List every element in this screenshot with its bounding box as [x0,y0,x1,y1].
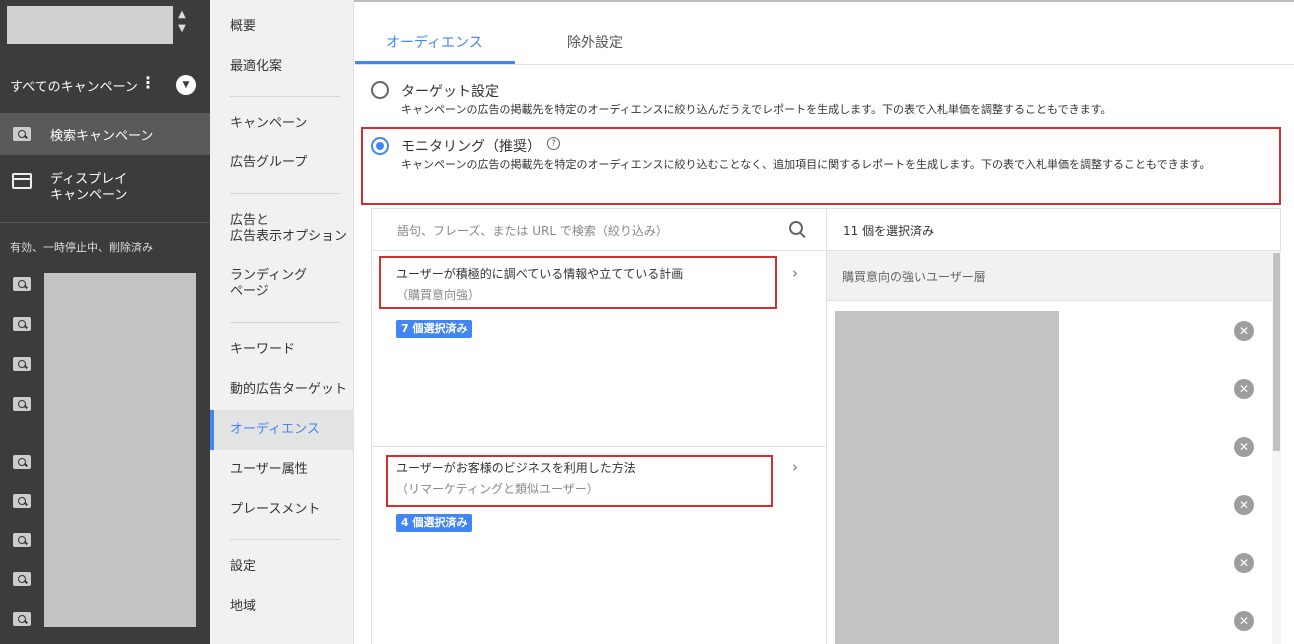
selected-items-redacted [835,311,1059,644]
search-icon [13,317,31,331]
nav-keywords[interactable]: キーワード [230,342,295,358]
nav-locations[interactable]: 地域 [230,599,256,615]
selected-count: 11 個を選択済み [843,224,935,238]
page-navigation: 概要 最適化案 キャンペーン 広告グループ 広告と 広告表示オプション ランディ… [210,0,354,644]
nav-recommendations[interactable]: 最適化案 [230,59,282,75]
targeting-title: ターゲット設定 [401,84,499,100]
nav-landing-pages[interactable]: ランディング ページ [230,268,307,300]
search-icon [13,127,31,141]
nav-ads-extensions[interactable]: 広告と 広告表示オプション [230,213,347,245]
category-title[interactable]: ユーザーが積極的に調べている情報や立てている計画 [396,265,683,282]
search-divider [371,250,826,251]
chevron-right-icon[interactable]: › [792,458,798,476]
targeting-radio[interactable] [371,81,389,99]
observation-description: キャンペーンの広告の掲載先を特定のオーディエンスに絞り込むことなく、追加項目に関… [401,158,1211,171]
tab-exclusions[interactable]: 除外設定 [567,32,623,52]
account-selector[interactable] [7,6,173,44]
remove-icon[interactable]: ✕ [1234,495,1254,515]
nav-overview[interactable]: 概要 [230,19,256,35]
campaign-list-redacted [44,273,196,627]
nav-ads-extensions-line2: 広告表示オプション [230,229,348,244]
remove-icon[interactable]: ✕ [1234,611,1254,631]
campaign-sidebar: ▲ ▼ すべてのキャンペーン ⋮ ▼ 検索キャンペーン ディスプレイ キャンペーン… [0,0,210,644]
nav-audiences[interactable]: オーディエンス [230,422,320,438]
selected-badge: 4 個選択済み [396,514,473,532]
search-input[interactable]: 語句、フレーズ、または URL で検索（絞り込み） [397,222,668,239]
scrollbar-thumb[interactable] [1273,253,1280,451]
display-campaign-icon [12,173,32,189]
nav-divider [230,96,340,97]
nav-landing-pages-line1: ランディング [230,268,308,283]
category-title[interactable]: ユーザーがお客様のビジネスを利用した方法 [396,459,636,476]
display-campaign-label-line1: ディスプレイ [50,172,128,187]
nav-settings[interactable]: 設定 [230,559,256,575]
chevron-right-icon[interactable]: › [792,264,798,282]
search-icon [13,612,31,626]
nav-dynamic-ad-targets[interactable]: 動的広告ターゲット [230,382,347,398]
search-campaign-label: 検索キャンペーン [50,129,154,144]
category-subtitle: （リマーケティングと類似ユーザー） [396,482,599,496]
remove-icon[interactable]: ✕ [1234,437,1254,457]
observation-title: モニタリング（推奨） [401,139,541,155]
category-subtitle: （購買意向強） [396,288,481,302]
remove-icon[interactable]: ✕ [1234,321,1254,341]
search-icon[interactable] [788,220,806,238]
display-campaign-label-line2: キャンペーン [50,188,128,203]
nav-divider [230,193,340,194]
search-campaign-item[interactable]: 検索キャンペーン [0,113,210,155]
nav-demographics[interactable]: ユーザー属性 [230,462,308,478]
search-icon [13,455,31,469]
nav-ad-groups[interactable]: 広告グループ [230,155,307,171]
nav-divider [230,539,340,540]
tab-divider [355,64,1294,65]
remove-icon[interactable]: ✕ [1234,379,1254,399]
nav-landing-pages-line2: ページ [230,284,269,299]
help-icon[interactable]: ? [547,137,560,150]
sidebar-divider [0,222,210,223]
nav-divider [230,322,340,323]
account-switch-arrows-icon[interactable]: ▲ ▼ [175,8,189,40]
search-icon [13,357,31,371]
nav-placements[interactable]: プレースメント [230,502,320,518]
top-shadow [354,0,1294,2]
display-campaign-item[interactable]: ディスプレイ キャンペーン [50,172,127,204]
nav-ads-extensions-line1: 広告と [230,213,270,228]
nav-campaigns[interactable]: キャンペーン [230,116,307,132]
remove-icon[interactable]: ✕ [1234,553,1254,573]
selected-category-label: 購買意向の強いユーザー層 [842,270,986,284]
search-icon [13,397,31,411]
search-icon [13,277,31,291]
tab-audience[interactable]: オーディエンス [386,32,483,52]
dropdown-arrow-icon[interactable]: ▼ [176,75,196,95]
observation-radio[interactable] [371,137,389,155]
search-icon [13,572,31,586]
row-divider [371,446,826,447]
all-campaigns-label[interactable]: すべてのキャンペーン [10,76,138,95]
status-filter-label[interactable]: 有効、一時停止中、削除済み [10,239,153,255]
selected-badge: 7 個選択済み [396,320,473,338]
more-options-icon[interactable]: ⋮ [140,72,156,94]
targeting-description: キャンペーンの広告の掲載先を特定のオーディエンスに絞り込んだうえでレポートを生成… [401,103,1112,116]
search-icon [13,494,31,508]
search-icon [13,533,31,547]
